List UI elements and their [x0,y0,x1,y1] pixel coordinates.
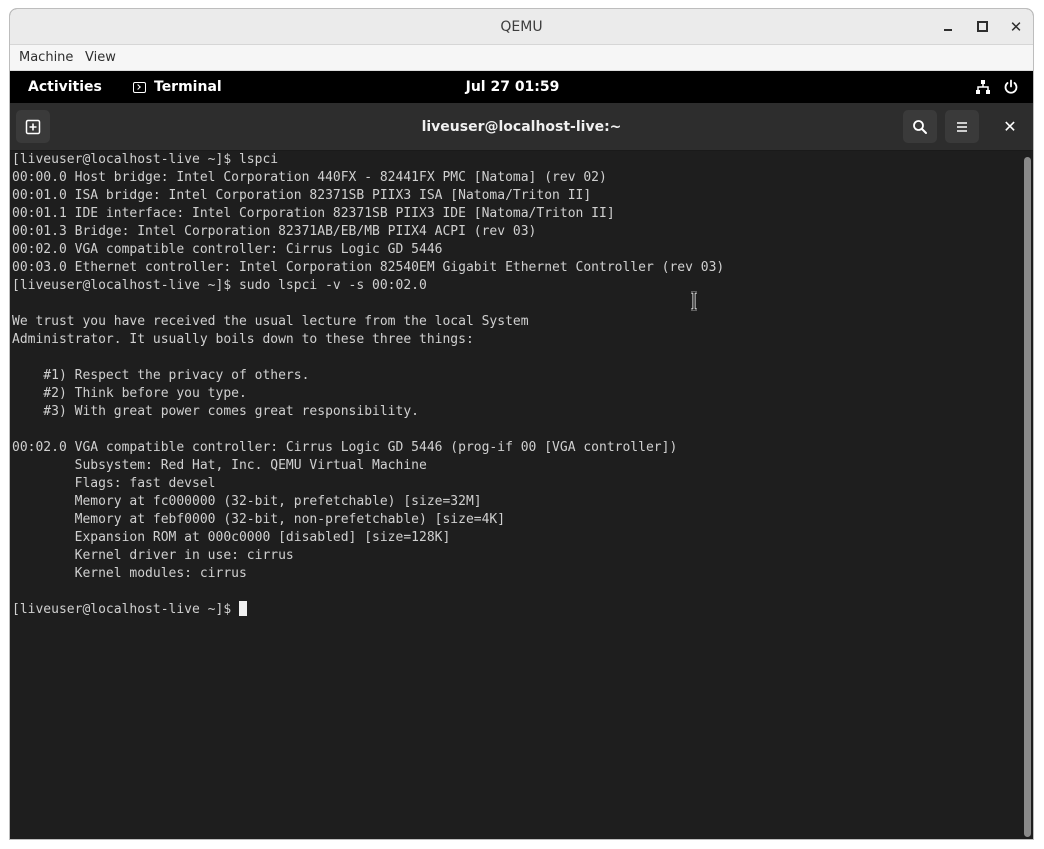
terminal-line: 00:02.0 VGA compatible controller: Cirru… [12,242,443,257]
menu-button[interactable] [945,110,979,143]
terminal-line: #2) Think before you type. [12,386,247,401]
terminal-line: 00:01.0 ISA bridge: Intel Corporation 82… [12,188,592,203]
maximize-icon[interactable] [972,17,992,37]
terminal-line: Administrator. It usually boils down to … [12,332,474,347]
minimize-icon[interactable] [938,17,958,37]
qemu-window: QEMU ✕ Machine View Activities Terminal … [9,8,1034,840]
terminal-line: Flags: fast devsel [12,476,216,491]
qemu-menubar: Machine View [10,45,1033,71]
terminal-line: Expansion ROM at 000c0000 [disabled] [si… [12,530,451,545]
terminal-title: liveuser@localhost-live:~ [421,119,622,135]
text-cursor [238,601,247,616]
scrollbar[interactable] [1020,151,1033,839]
terminal-line: Memory at febf0000 (32-bit, non-prefetch… [12,512,506,527]
scrollbar-thumb[interactable] [1024,157,1031,837]
menu-view[interactable]: View [85,45,116,71]
window-title: QEMU [500,19,543,35]
search-button[interactable] [903,110,937,143]
terminal-line: [liveuser@localhost-live ~]$ sudo lspci … [12,278,427,293]
prompt-line[interactable]: [liveuser@localhost-live ~]$ [10,601,1020,619]
terminal-line: #1) Respect the privacy of others. [12,368,310,383]
hamburger-menu-icon [957,121,967,132]
terminal-line: Kernel modules: cirrus [12,566,247,581]
qemu-titlebar[interactable]: QEMU ✕ [10,9,1033,45]
terminal-headerbar[interactable]: liveuser@localhost-live:~ ✕ [10,103,1033,151]
system-menu[interactable] [975,71,1019,103]
menu-machine[interactable]: Machine [19,45,73,71]
terminal-line: We trust you have received the usual lec… [12,314,529,329]
terminal-line: 00:03.0 Ethernet controller: Intel Corpo… [12,260,725,275]
search-icon [913,119,927,134]
terminal-output[interactable]: [liveuser@localhost-live ~]$ lspci 00:00.… [10,151,1020,839]
terminal-line: #3) With great power comes great respons… [12,404,419,419]
terminal-line: [liveuser@localhost-live ~]$ lspci [12,152,279,167]
network-icon [976,80,990,94]
clock[interactable]: Jul 27 01:59 [10,71,1033,103]
terminal-line: Subsystem: Red Hat, Inc. QEMU Virtual Ma… [12,458,427,473]
close-icon: ✕ [1003,117,1017,136]
power-icon [1004,79,1018,94]
mouse-cursor-ibeam-icon [691,291,697,311]
terminal-line: 00:01.3 Bridge: Intel Corporation 82371A… [12,224,537,239]
terminal-line: 00:02.0 VGA compatible controller: Cirru… [12,440,678,455]
close-icon[interactable]: ✕ [1006,17,1026,37]
terminal-close-button[interactable]: ✕ [993,110,1027,143]
terminal-line: Kernel driver in use: cirrus [12,548,294,563]
terminal-line: Memory at fc000000 (32-bit, prefetchable… [12,494,482,509]
prompt-text: [liveuser@localhost-live ~]$ [12,602,239,617]
terminal-line: 00:01.1 IDE interface: Intel Corporation… [12,206,615,221]
gnome-topbar: Activities Terminal Jul 27 01:59 [10,71,1033,103]
terminal-line: 00:00.0 Host bridge: Intel Corporation 4… [12,170,607,185]
